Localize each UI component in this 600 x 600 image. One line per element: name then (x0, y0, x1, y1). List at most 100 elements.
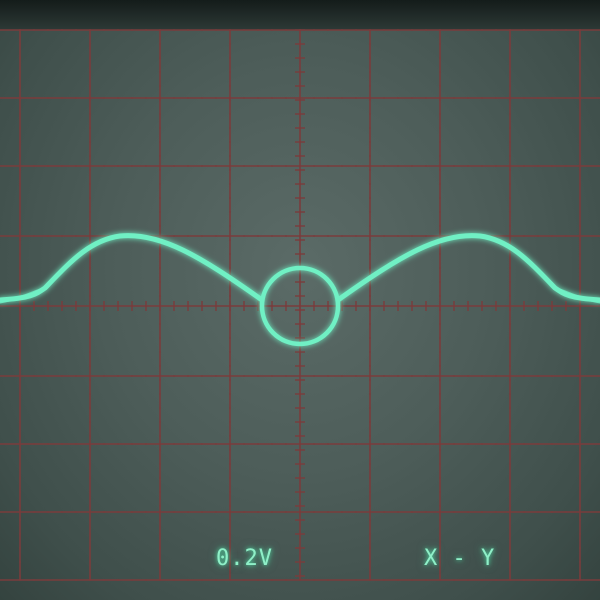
grid-dot (159, 183, 161, 185)
grid-dot (159, 511, 161, 513)
grid-dot (579, 165, 581, 167)
grid-dot (19, 165, 21, 167)
grid-dot (201, 375, 203, 377)
grid-dot (509, 43, 511, 45)
grid-dot (411, 579, 413, 581)
grid-dot (131, 579, 133, 581)
grid-dot (159, 85, 161, 87)
grid-dot (89, 407, 91, 409)
grid-dot (89, 435, 91, 437)
grid-dot (173, 443, 175, 445)
grid-dot (579, 511, 581, 513)
grid-dot (579, 519, 581, 521)
grid-dot (439, 165, 441, 167)
grid-dot (215, 511, 217, 513)
grid-dot (509, 235, 511, 237)
grid-dot (397, 29, 399, 31)
grid-dot (439, 351, 441, 353)
grid-dot (579, 379, 581, 381)
grid-dot (369, 235, 371, 237)
grid-dot (173, 511, 175, 513)
grid-dot (89, 113, 91, 115)
grid-dot (313, 235, 315, 237)
grid-dot (19, 435, 21, 437)
grid-dot (355, 443, 357, 445)
grid-dot (579, 435, 581, 437)
grid-dot (383, 375, 385, 377)
grid-dot (565, 579, 567, 581)
grid-dot (145, 375, 147, 377)
grid-dot (411, 235, 413, 237)
grid-dot (47, 375, 49, 377)
grid-dot (117, 97, 119, 99)
grid-dot (243, 579, 245, 581)
grid-dot (159, 99, 161, 101)
grid-dot (523, 375, 525, 377)
grid-dot (47, 443, 49, 445)
grid-dot (19, 561, 21, 563)
grid-dot (19, 71, 21, 73)
grid-dot (509, 29, 511, 31)
grid-dot (369, 379, 371, 381)
grid-dot (271, 375, 273, 377)
grid-dot (159, 463, 161, 465)
grid-dot (61, 375, 63, 377)
grid-dot (439, 337, 441, 339)
grid-dot (509, 267, 511, 269)
grid-dot (369, 579, 371, 581)
grid-dot (453, 97, 455, 99)
grid-dot (229, 43, 231, 45)
grid-dot (187, 443, 189, 445)
grid-dot (299, 165, 301, 167)
grid-dot (579, 169, 581, 171)
grid-dot (509, 463, 511, 465)
grid-dot (271, 165, 273, 167)
grid-dot (453, 511, 455, 513)
grid-dot (341, 235, 343, 237)
grid-dot (229, 267, 231, 269)
grid-dot (467, 511, 469, 513)
grid-dot (537, 579, 539, 581)
grid-dot (341, 579, 343, 581)
grid-dot (313, 29, 315, 31)
grid-dot (439, 505, 441, 507)
grid-dot (103, 511, 105, 513)
grid-dot (481, 375, 483, 377)
grid-dot (19, 407, 21, 409)
grid-dot (89, 463, 91, 465)
grid-dot (481, 165, 483, 167)
grid-dot (257, 97, 259, 99)
grid-dot (439, 477, 441, 479)
grid-dot (369, 85, 371, 87)
grid-dot (159, 127, 161, 129)
grid-dot (495, 443, 497, 445)
grid-dot (159, 225, 161, 227)
grid-dot (215, 97, 217, 99)
grid-dot (537, 511, 539, 513)
grid-dot (369, 519, 371, 521)
grid-dot (579, 547, 581, 549)
grid-dot (159, 113, 161, 115)
grid-dot (19, 169, 21, 171)
grid-dot (509, 323, 511, 325)
grid-dot (551, 375, 553, 377)
grid-dot (159, 477, 161, 479)
grid-dot (551, 29, 553, 31)
grid-dot (355, 375, 357, 377)
grid-dot (145, 511, 147, 513)
grid-dot (159, 407, 161, 409)
grid-dot (75, 511, 77, 513)
grid-dot (327, 579, 329, 581)
grid-dot (159, 561, 161, 563)
grid-dot (369, 155, 371, 157)
grid-dot (229, 379, 231, 381)
grid-dot (341, 29, 343, 31)
grid-dot (439, 183, 441, 185)
grid-dot (579, 375, 581, 377)
grid-dot (117, 165, 119, 167)
grid-dot (47, 97, 49, 99)
grid-dot (439, 267, 441, 269)
grid-dot (89, 99, 91, 101)
grid-dot (89, 43, 91, 45)
grid-dot (579, 533, 581, 535)
